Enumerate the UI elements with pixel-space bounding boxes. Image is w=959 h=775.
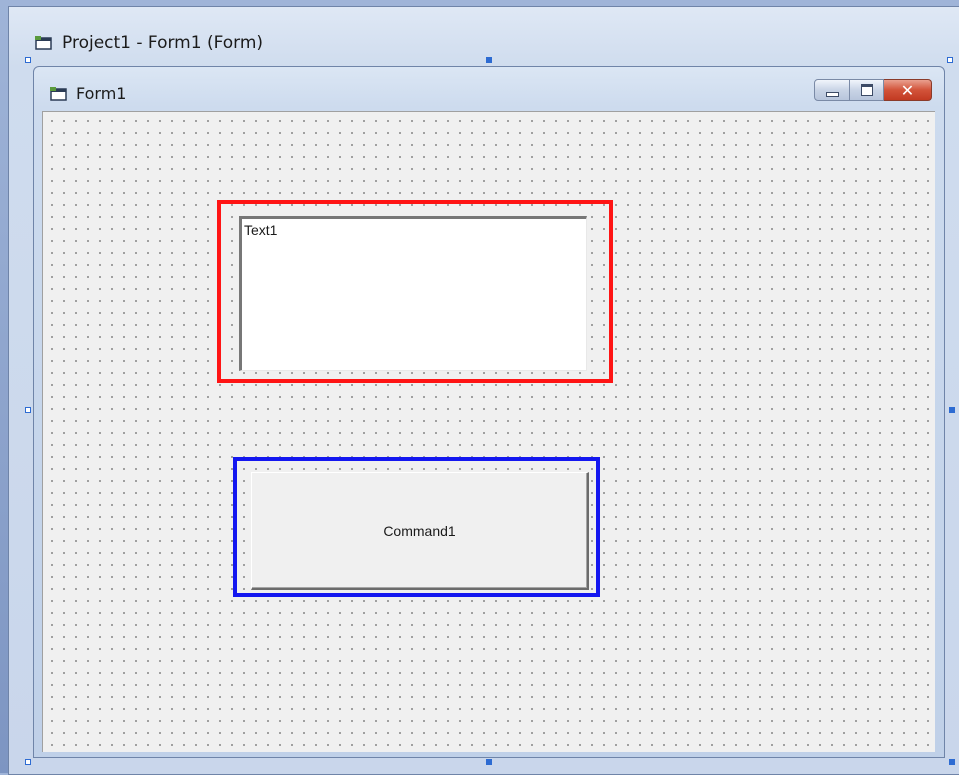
resize-handle-left[interactable] <box>25 407 31 413</box>
maximize-icon <box>860 84 873 96</box>
resize-handle-bottom-right[interactable] <box>949 759 955 765</box>
project-window-title: Project1 - Form1 (Form) <box>62 33 264 53</box>
form1-titlebar[interactable]: Form1 <box>50 84 126 103</box>
close-button[interactable]: ✕ <box>884 79 932 101</box>
resize-handle-top-right[interactable] <box>947 57 953 63</box>
resize-handle-bottom[interactable] <box>486 759 492 765</box>
form1-window[interactable]: Form1 ✕ Text1 Command1 <box>33 66 945 758</box>
resize-handle-right[interactable] <box>949 407 955 413</box>
close-icon: ✕ <box>900 80 915 100</box>
resize-handle-bottom-left[interactable] <box>25 759 31 765</box>
form1-title: Form1 <box>76 84 127 103</box>
resize-handle-top-left[interactable] <box>25 57 31 63</box>
project-window-titlebar[interactable]: Project1 - Form1 (Form) <box>35 33 263 53</box>
maximize-button[interactable] <box>850 79 884 101</box>
text1-textbox[interactable]: Text1 <box>239 216 587 371</box>
caption-buttons: ✕ <box>814 79 932 101</box>
form-icon <box>50 86 68 101</box>
form-design-grid[interactable]: Text1 Command1 <box>42 111 935 752</box>
form-icon <box>35 36 53 50</box>
command1-button[interactable]: Command1 <box>251 472 589 590</box>
minimize-button[interactable] <box>814 79 850 101</box>
command1-button-label: Command1 <box>383 522 456 539</box>
resize-handle-top[interactable] <box>486 57 492 63</box>
text1-textbox-value: Text1 <box>244 222 278 238</box>
minimize-icon <box>825 91 839 97</box>
